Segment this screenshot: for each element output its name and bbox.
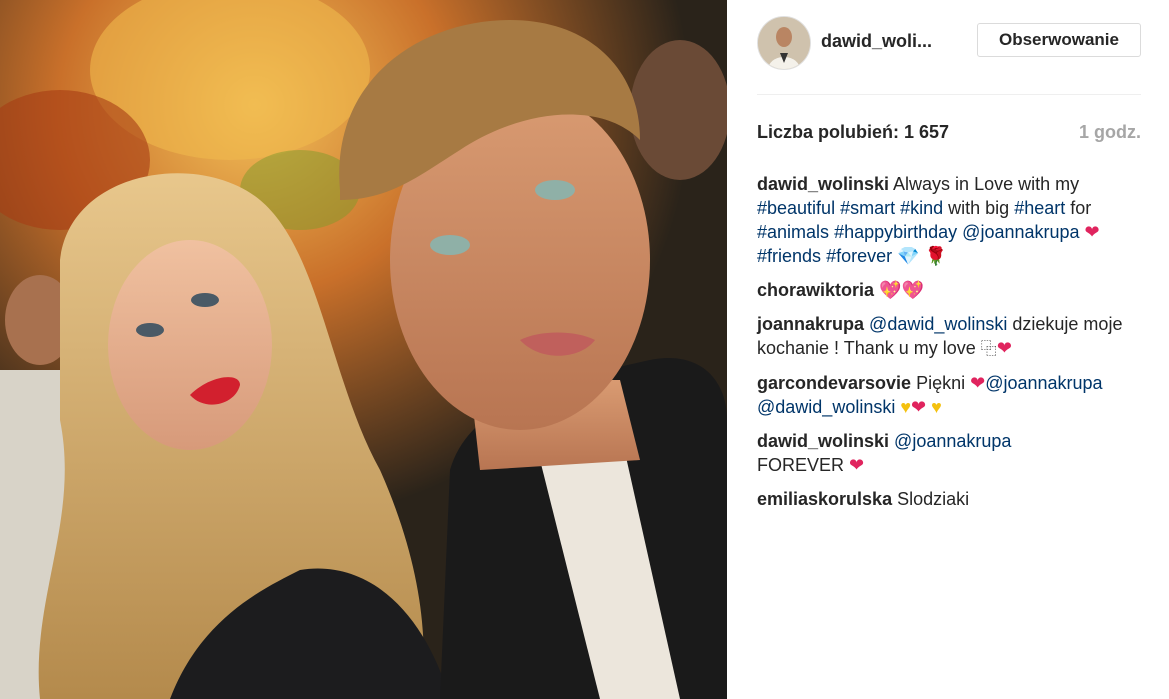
hashtag-link[interactable]: #heart [1014,198,1065,218]
yellow-heart-emoji: ♥ [900,397,912,417]
avatar-image [758,17,810,69]
comments-list: dawid_wolinski Always in Love with my #b… [757,172,1141,521]
hashtag-link[interactable]: #animals [757,222,829,242]
post-stats: Liczba polubień: 1 657 1 godz. [757,122,1141,148]
comment-username[interactable]: joannakrupa [757,314,864,334]
comment-text: Piękni [911,373,971,393]
hashtag-link[interactable]: #beautiful [757,198,835,218]
post-header: dawid_woli... Obserwowanie [757,0,1141,95]
red-heart-emoji: ❤ [970,373,986,393]
mention-link[interactable]: @joannakrupa [962,222,1079,242]
yellow-heart-emoji: ♥ [931,397,942,417]
instagram-post: dawid_woli... Obserwowanie Liczba polubi… [0,0,1169,699]
comment: chorawiktoria 💖💖 [757,278,1141,302]
likes-count[interactable]: Liczba polubień: 1 657 [757,122,949,143]
caption-text: with big [943,198,1015,218]
selfie-illustration [0,0,727,699]
red-heart-emoji: ❤ [996,338,1012,358]
comment-username[interactable]: chorawiktoria [757,280,874,300]
sparkling-hearts-emoji: 💖💖 [879,280,924,300]
rose-emoji: 🌹 [924,246,947,266]
caption-text: Always in Love with my [889,174,1080,194]
post-author-username[interactable]: dawid_woli... [821,31,932,52]
comment: dawid_wolinski @joannakrupa FOREVER ❤ [757,429,1141,477]
hashtag-link[interactable]: #happybirthday [834,222,957,242]
unknown-glyph-icon: ⿻ [980,339,997,358]
red-heart-emoji: ❤ [911,397,927,417]
red-heart-emoji: ❤ [849,455,865,475]
avatar[interactable] [757,16,811,70]
caption-username[interactable]: dawid_wolinski [757,174,889,194]
comment: garcondevarsovie Piękni ❤@joannakrupa @d… [757,371,1141,419]
mention-link[interactable]: @joannakrupa [985,373,1102,393]
hashtag-link[interactable]: #smart [840,198,895,218]
caption-text: for [1065,198,1092,218]
mention-link[interactable]: @joannakrupa [894,431,1011,451]
comment-text: FOREVER [757,455,850,475]
post-photo[interactable] [0,0,727,699]
mention-link[interactable]: @dawid_wolinski [757,397,895,417]
comment-username[interactable]: garcondevarsovie [757,373,911,393]
post-sidebar: dawid_woli... Obserwowanie Liczba polubi… [727,0,1169,699]
comment-username[interactable]: dawid_wolinski [757,431,889,451]
comment: emiliaskorulska Slodziaki [757,487,1141,511]
post-time[interactable]: 1 godz. [1079,122,1141,143]
red-heart-emoji: ❤ [1084,222,1100,242]
comment-username[interactable]: emiliaskorulska [757,489,892,509]
hashtag-link[interactable]: #kind [900,198,943,218]
gem-emoji: 💎 [897,246,920,266]
hashtag-link[interactable]: #forever [826,246,892,266]
hashtag-link[interactable]: #friends [757,246,821,266]
caption: dawid_wolinski Always in Love with my #b… [757,172,1141,268]
comment: joannakrupa @dawid_wolinski dziekuje moj… [757,312,1141,361]
comment-text: Slodziaki [892,489,970,509]
following-button[interactable]: Obserwowanie [977,23,1141,57]
mention-link[interactable]: @dawid_wolinski [869,314,1007,334]
